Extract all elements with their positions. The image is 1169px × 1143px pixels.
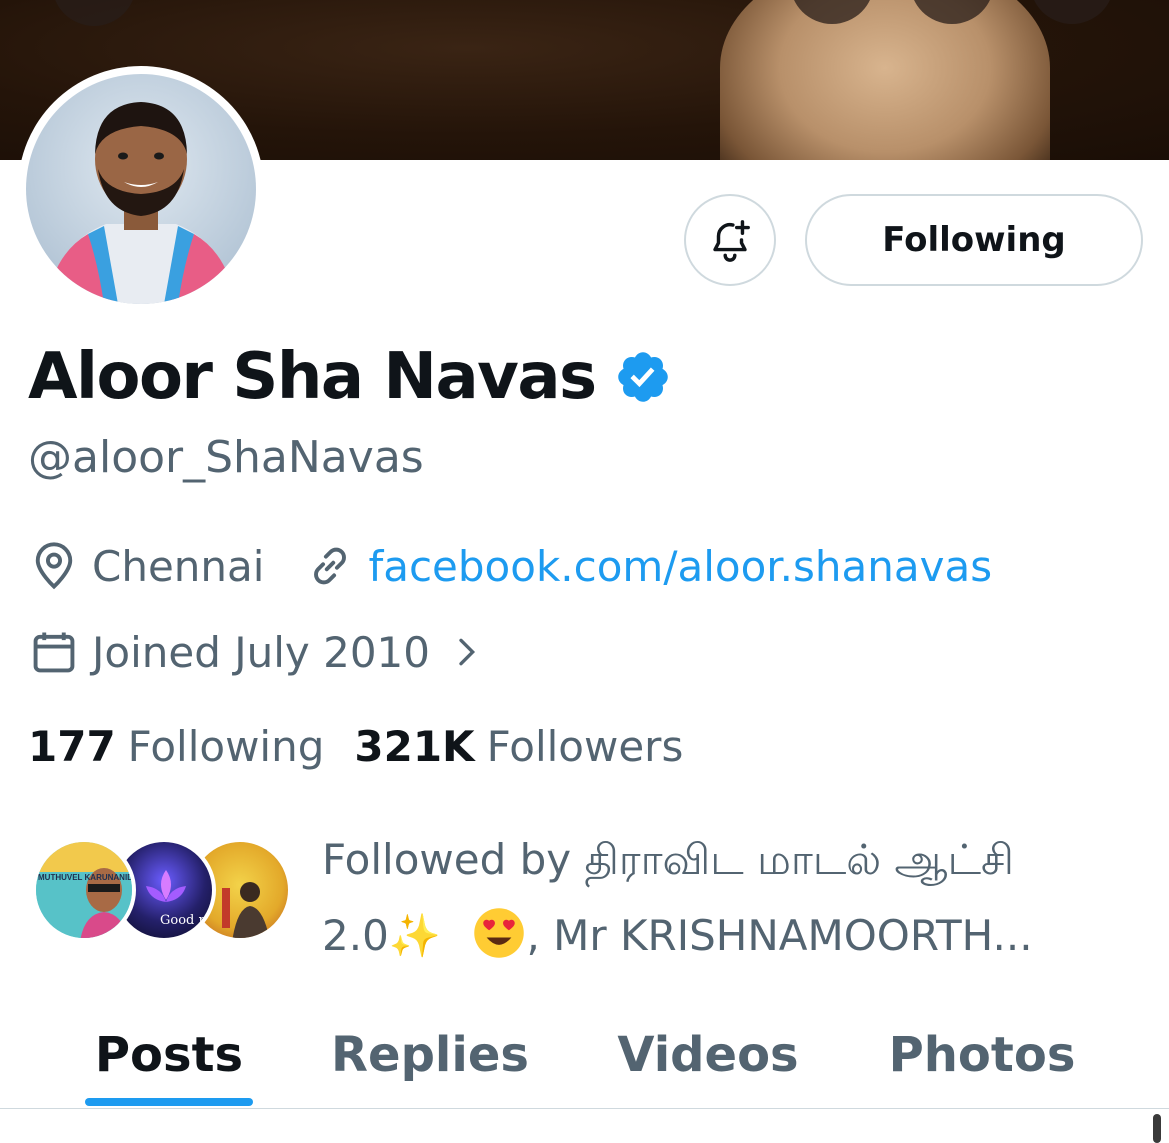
- heart-eyes-emoji: [472, 906, 526, 960]
- following-count: 177: [28, 722, 116, 771]
- tab-photos[interactable]: Photos: [870, 1002, 1094, 1108]
- followers-stat[interactable]: 321K Followers: [354, 722, 683, 771]
- follow-stats: 177 Following 321K Followers: [28, 722, 713, 771]
- followed-by-line-1: Followed by திராவிட மாடல் ஆட்சி: [322, 835, 1014, 884]
- follower-avatar-1-text: MUTHUVEL KARUNANIDHI STALIN: [38, 873, 136, 882]
- profile-meta-row-1: Chennai facebook.com/aloor.shanavas: [28, 540, 992, 592]
- tab-replies[interactable]: Replies: [318, 1002, 542, 1108]
- followed-by-line-2: 2.0✨ , Mr KRISHNAMOORTH...: [322, 898, 1102, 974]
- avatar-photo: [26, 74, 256, 304]
- followers-stat-label: Followers: [486, 722, 684, 771]
- followed-by-line-2-prefix: 2.0: [322, 911, 389, 960]
- sparkle-emoji: ✨: [388, 911, 442, 960]
- chevron-right-icon: [459, 638, 476, 666]
- following-stat-label: Following: [127, 722, 325, 771]
- profile-location: Chennai: [92, 541, 265, 591]
- tabs-divider: [0, 1108, 1169, 1109]
- profile-name: Aloor Sha Navas: [28, 340, 597, 414]
- profile-joined-date: Joined July 2010: [92, 627, 430, 677]
- following-button-label: Following: [882, 220, 1066, 260]
- profile-handle: @aloor_ShaNavas: [28, 432, 424, 483]
- profile-tabs: Posts Replies Videos Photos: [0, 1002, 1169, 1108]
- profile-website-link[interactable]: facebook.com/aloor.shanavas: [368, 542, 992, 591]
- followed-by-line-2-suffix: , Mr KRISHNAMOORTH...: [526, 911, 1033, 960]
- tab-videos[interactable]: Videos: [600, 1002, 816, 1108]
- tab-posts[interactable]: Posts: [70, 1002, 268, 1108]
- location-pin-icon: [35, 542, 73, 590]
- banner-statue-image: [720, 0, 1050, 160]
- follower-avatar-1[interactable]: MUTHUVEL KARUNANIDHI STALIN: [32, 838, 136, 942]
- verified-badge-icon[interactable]: [614, 348, 672, 406]
- notifications-button[interactable]: [684, 194, 776, 286]
- followed-by-text[interactable]: Followed by திராவிட மாடல் ஆட்சி 2.0✨ , M…: [322, 822, 1102, 974]
- calendar-icon: [33, 632, 75, 673]
- active-tab-indicator: [85, 1098, 253, 1106]
- profile-meta-row-2[interactable]: Joined July 2010: [28, 626, 486, 678]
- link-icon: [314, 547, 347, 585]
- profile-avatar[interactable]: [18, 66, 264, 312]
- back-button-icon[interactable]: [52, 0, 136, 26]
- scrollbar[interactable]: [1153, 1114, 1161, 1143]
- followers-count: 321K: [354, 722, 475, 771]
- profile-name-row: Aloor Sha Navas: [28, 340, 672, 414]
- following-button[interactable]: Following: [805, 194, 1143, 286]
- more-button-icon[interactable]: [1030, 0, 1114, 24]
- following-stat[interactable]: 177 Following: [28, 722, 324, 771]
- bell-plus-icon: [713, 220, 750, 262]
